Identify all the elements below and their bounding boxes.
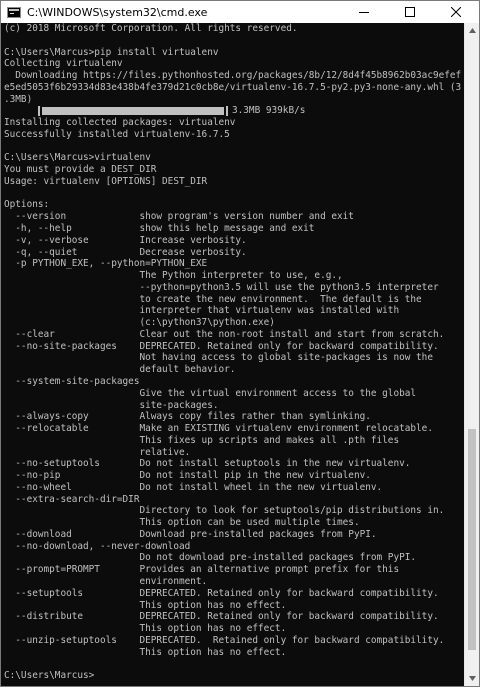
console-line: --unzip-setuptools DEPRECATED. Retained … (4, 634, 445, 646)
console-line: This option can be used multiple times. (4, 517, 360, 529)
scroll-up-button[interactable] (465, 23, 479, 38)
console-line: --no-wheel Do not install wheel in the n… (4, 481, 383, 493)
scroll-up-arrow-icon (468, 28, 476, 33)
console-line: --distribute DEPRECATED. Retained only f… (4, 611, 439, 623)
window-title: C:\WINDOWS\system32\cmd.exe (27, 5, 208, 19)
download-progress-bar (38, 106, 228, 117)
console-line: -p PYTHON_EXE, --python=PYTHON_EXE (4, 258, 208, 270)
download-progress-row: 3.3MB 939kB/s (4, 105, 464, 117)
console-line: C:\Users\Marcus> (4, 670, 95, 682)
console-line: --always-copy Always copy files rather t… (4, 411, 371, 423)
console-lines-before: (c) 2018 Microsoft Corporation. All righ… (4, 23, 464, 105)
minimize-button[interactable] (341, 1, 387, 23)
console-line: --relocatable Make an EXISTING virtualen… (4, 423, 433, 435)
scroll-down-button[interactable] (465, 671, 479, 686)
console-line: Collecting virtualenv (4, 58, 123, 70)
console-line: This option has no effect. (4, 599, 287, 611)
console-line: --clear Clear out the non-root install a… (4, 328, 445, 340)
console-line: This option has no effect. (4, 623, 287, 635)
console-line: -h, --help show this help message and ex… (4, 223, 315, 235)
console-line: Options: (4, 199, 50, 211)
close-button[interactable] (433, 1, 479, 23)
console-line: C:\Users\Marcus>pip install virtualenv (4, 46, 219, 58)
scroll-down-arrow-icon (468, 676, 476, 681)
console-line: --extra-search-dir=DIR (4, 493, 140, 505)
title-bar[interactable]: C:\WINDOWS\system32\cmd.exe (1, 1, 479, 23)
console-output[interactable]: (c) 2018 Microsoft Corporation. All righ… (1, 23, 464, 686)
console-line: --version show program's version number … (4, 211, 354, 223)
console-lines-after: Installing collected packages: virtualen… (4, 117, 464, 682)
console-line: --no-site-packages DEPRECATED. Retained … (4, 340, 439, 352)
console-line: --no-pip Do not install pip in the new v… (4, 470, 371, 482)
console-line: --no-download, --never-download (4, 540, 191, 552)
minimize-icon (359, 12, 369, 13)
console-line: You must provide a DEST_DIR (4, 164, 157, 176)
console-line: The Python interpreter to use, e.g., (4, 270, 343, 282)
console-line: This option has no effect. (4, 646, 287, 658)
console-line: --setuptools DEPRECATED. Retained only f… (4, 587, 439, 599)
console-line: .3MB) (4, 93, 33, 105)
console-line: default behavior. (4, 364, 236, 376)
console-line: --download Download pre-installed packag… (4, 528, 377, 540)
console-line: Directory to look for setuptools/pip dis… (4, 505, 445, 517)
console-line: (c) 2018 Microsoft Corporation. All righ… (4, 23, 298, 34)
console-line: This fixes up scripts and makes all .pth… (4, 434, 400, 446)
console-line: site-packages. (4, 399, 219, 411)
console-line: -v, --verbose Increase verbosity. (4, 234, 247, 246)
console-line: Downloading https://files.pythonhosted.o… (4, 70, 462, 82)
console-line: relative. (4, 446, 191, 458)
console-line: (c:\python37\python.exe) (4, 317, 275, 329)
cmd-app-icon[interactable] (7, 6, 21, 18)
console-line: interpreter that virtualenv was installe… (4, 305, 400, 317)
close-icon (451, 7, 461, 17)
console-line: environment. (4, 575, 208, 587)
maximize-button[interactable] (387, 1, 433, 23)
download-progress-fill (42, 107, 224, 116)
console-line: --python=python3.5 will use the python3.… (4, 281, 439, 293)
download-progress-text: 3.3MB 939kB/s (232, 105, 306, 117)
console-line: --prompt=PROMPT Provides an alternative … (4, 564, 400, 576)
console-line: e5ed5053f6b29334d83e438b4fe379d21c0cb8e/… (4, 81, 462, 93)
cmd-window: C:\WINDOWS\system32\cmd.exe (c) 2018 Mic… (0, 0, 480, 687)
console-line: Give the virtual environment access to t… (4, 387, 417, 399)
console-line: C:\Users\Marcus>virtualenv (4, 152, 151, 164)
console-line: Usage: virtualenv [OPTIONS] DEST_DIR (4, 175, 208, 187)
console-line: --system-site-packages (4, 375, 140, 387)
console-line: -q, --quiet Decrease verbosity. (4, 246, 247, 258)
scrollbar-thumb[interactable] (468, 428, 476, 651)
vertical-scrollbar[interactable] (464, 23, 479, 686)
console-line: --no-setuptools Do not install setuptool… (4, 458, 411, 470)
maximize-icon (405, 7, 415, 17)
console-line: to create the new environment. The defau… (4, 293, 422, 305)
console-line: Do not download pre-installed packages f… (4, 552, 417, 564)
console-line: Not having access to global site-package… (4, 352, 433, 364)
